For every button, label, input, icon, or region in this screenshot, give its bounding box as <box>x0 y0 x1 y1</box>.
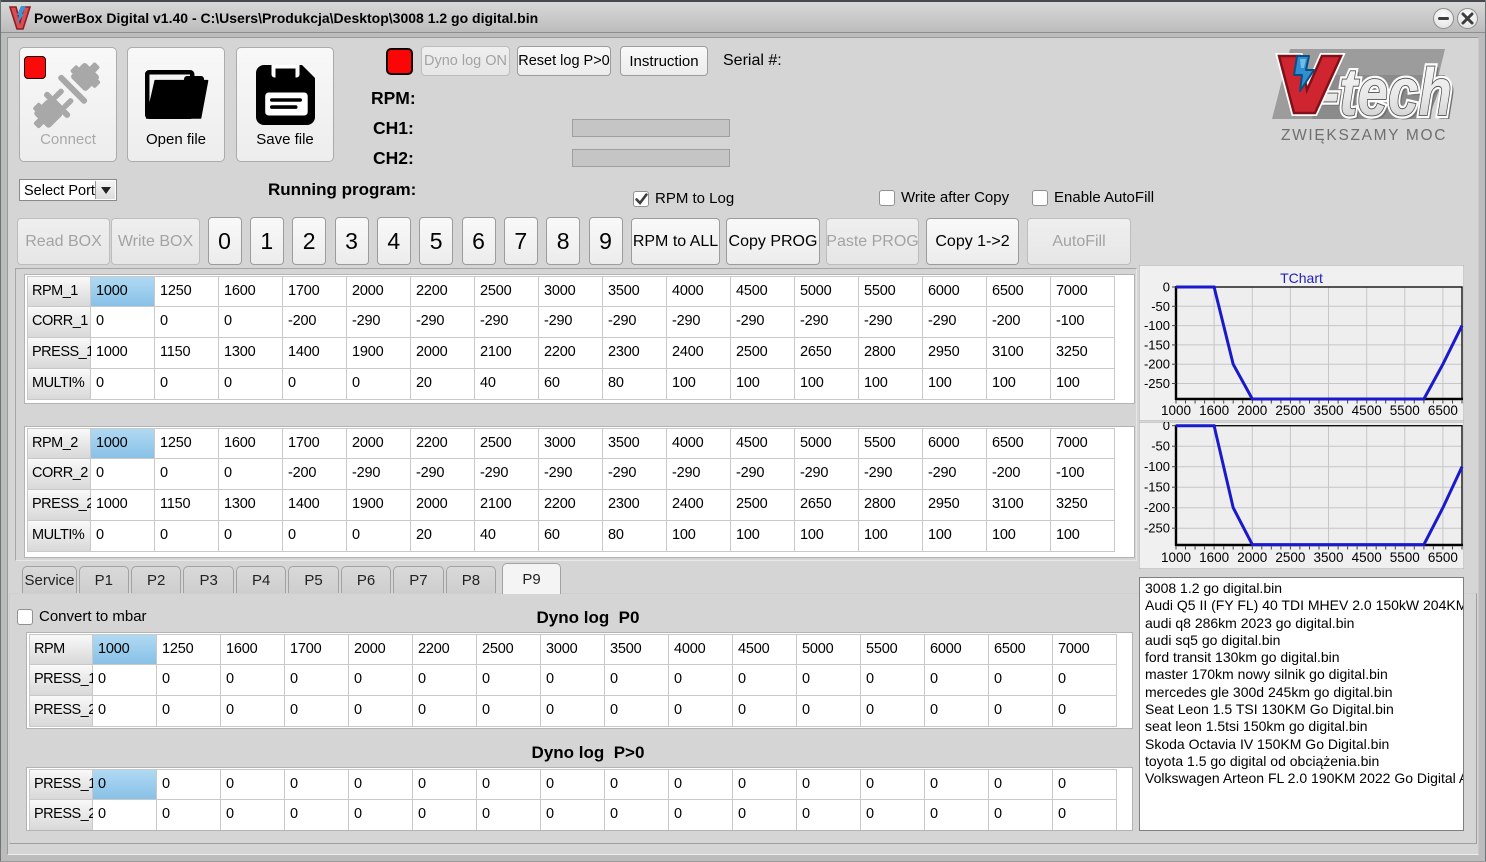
svg-text:-100: -100 <box>1144 459 1170 474</box>
svg-text:-50: -50 <box>1151 299 1170 314</box>
svg-text:-100: -100 <box>1144 318 1170 333</box>
svg-text:2500: 2500 <box>1275 550 1305 565</box>
svg-text:ZWIĘKSZAMY MOC: ZWIĘKSZAMY MOC <box>1281 127 1447 144</box>
svg-text:4500: 4500 <box>1352 550 1382 565</box>
svg-text:0: 0 <box>1163 422 1170 433</box>
svg-text:-150: -150 <box>1144 480 1170 495</box>
svg-text:2000: 2000 <box>1237 403 1267 418</box>
svg-text:-200: -200 <box>1144 500 1170 515</box>
svg-text:-tech: -tech <box>1321 55 1452 130</box>
svg-text:4500: 4500 <box>1352 403 1382 418</box>
svg-text:0: 0 <box>1163 280 1170 295</box>
svg-text:5500: 5500 <box>1390 550 1420 565</box>
svg-text:2500: 2500 <box>1275 403 1305 418</box>
svg-text:5500: 5500 <box>1390 403 1420 418</box>
svg-text:1600: 1600 <box>1199 550 1229 565</box>
svg-text:1600: 1600 <box>1199 403 1229 418</box>
svg-text:1000: 1000 <box>1161 403 1191 418</box>
svg-text:TChart: TChart <box>1280 270 1323 286</box>
svg-text:6500: 6500 <box>1428 403 1458 418</box>
svg-text:6500: 6500 <box>1428 550 1458 565</box>
svg-text:1000: 1000 <box>1161 550 1191 565</box>
svg-text:-250: -250 <box>1144 521 1170 536</box>
svg-text:3500: 3500 <box>1313 550 1343 565</box>
svg-text:-50: -50 <box>1151 439 1170 454</box>
svg-text:-200: -200 <box>1144 357 1170 372</box>
svg-text:-250: -250 <box>1144 376 1170 391</box>
svg-text:3500: 3500 <box>1313 403 1343 418</box>
svg-text:-150: -150 <box>1144 337 1170 352</box>
svg-text:2000: 2000 <box>1237 550 1267 565</box>
